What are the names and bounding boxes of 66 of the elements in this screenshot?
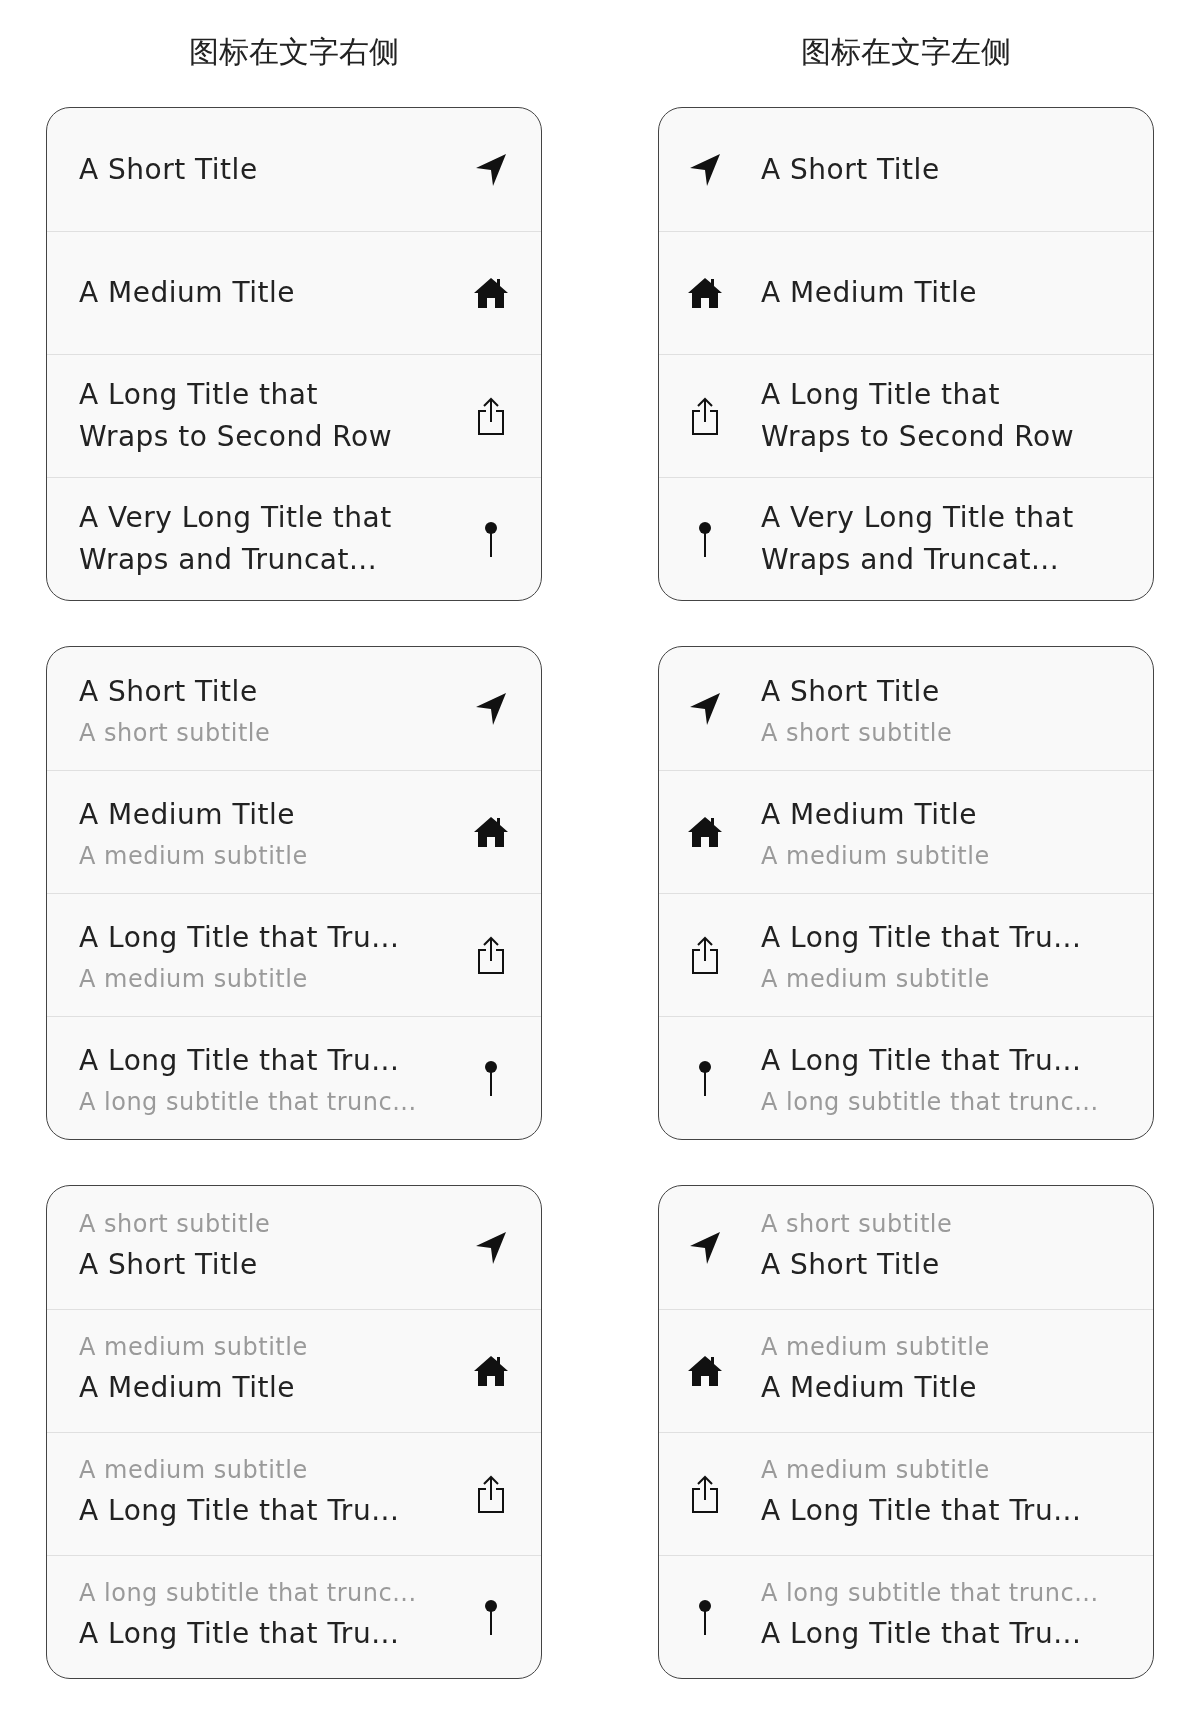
- item-title: A Medium Title: [761, 797, 978, 833]
- list-item[interactable]: A short subtitle A Short Title: [659, 1186, 1153, 1309]
- list-item[interactable]: A Short Title A short subtitle: [47, 647, 541, 770]
- item-title: A Long Title that Tru...: [761, 920, 1083, 956]
- item-subtitle: A long subtitle that trunc...: [79, 1088, 418, 1116]
- item-title: A Long Title that Tru...: [761, 1616, 1083, 1652]
- item-title: A Long Title that Tru...: [79, 920, 401, 956]
- list-item[interactable]: A Very Long Title that Wraps and Truncat...: [47, 477, 541, 600]
- list-item[interactable]: A Medium Title A medium subtitle: [659, 770, 1153, 893]
- item-subtitle: A medium subtitle: [761, 1333, 991, 1361]
- item-subtitle: A long subtitle that trunc...: [761, 1579, 1100, 1607]
- list-item[interactable]: A Medium Title: [659, 231, 1153, 354]
- list-item[interactable]: A long subtitle that trunc... A Long Title that Tru...: [47, 1555, 541, 1678]
- list-item[interactable]: A Long Title that Tru... A long subtitle that trunc...: [659, 1016, 1153, 1139]
- item-subtitle: A medium subtitle: [79, 965, 309, 993]
- list-item[interactable]: A Short Title: [47, 108, 541, 231]
- column-heading: 图标在文字左侧: [800, 33, 1012, 71]
- column-heading: 图标在文字右侧: [188, 33, 400, 71]
- item-title: A Short Title: [79, 1246, 259, 1283]
- item-title: A Medium Title: [79, 1370, 296, 1406]
- item-title: A Long Title that Tru...: [761, 1043, 1083, 1079]
- list-item[interactable]: A medium subtitle A Medium Title: [47, 1309, 541, 1432]
- item-title: A Medium Title: [79, 797, 296, 833]
- item-subtitle: A short subtitle: [761, 718, 954, 747]
- item-subtitle: A medium subtitle: [761, 965, 991, 993]
- list-item[interactable]: A short subtitle A Short Title: [47, 1186, 541, 1309]
- item-title: A Short Title: [79, 673, 259, 710]
- item-title: A Long Title that Wraps to Second Row: [79, 377, 394, 455]
- item-title: A Very Long Title that Wraps and Truncat...: [761, 500, 1075, 578]
- item-subtitle: A medium subtitle: [761, 1456, 991, 1484]
- item-title: A Short Title: [761, 151, 941, 188]
- list-item[interactable]: A long subtitle that trunc... A Long Title that Tru...: [659, 1555, 1153, 1678]
- item-title: A Very Long Title that Wraps and Truncat...: [79, 500, 393, 578]
- list-item[interactable]: A Very Long Title that Wraps and Truncat...: [659, 477, 1153, 600]
- item-title: A Short Title: [761, 1246, 941, 1283]
- item-subtitle: A medium subtitle: [761, 842, 991, 870]
- item-title: A Medium Title: [761, 275, 978, 311]
- item-title: A Short Title: [79, 151, 259, 188]
- item-title: A Long Title that Tru...: [79, 1616, 401, 1652]
- list-item[interactable]: A Long Title that Tru... A long subtitle that trunc...: [47, 1016, 541, 1139]
- item-subtitle: A short subtitle: [79, 1209, 272, 1238]
- list-item[interactable]: A Long Title that Tru... A medium subtitle: [47, 893, 541, 1016]
- item-title: A Long Title that Tru...: [79, 1493, 401, 1529]
- item-title: A Medium Title: [761, 1370, 978, 1406]
- item-subtitle: A short subtitle: [761, 1209, 954, 1238]
- item-subtitle: A medium subtitle: [79, 1333, 309, 1361]
- list-item[interactable]: A medium subtitle A Long Title that Tru...: [659, 1432, 1153, 1555]
- item-subtitle: A long subtitle that trunc...: [761, 1088, 1100, 1116]
- item-title: A Medium Title: [79, 275, 296, 311]
- item-title: A Short Title: [761, 673, 941, 710]
- item-subtitle: A medium subtitle: [79, 842, 309, 870]
- list-item[interactable]: A Long Title that Wraps to Second Row: [47, 354, 541, 477]
- list-item[interactable]: A Short Title: [659, 108, 1153, 231]
- list-item[interactable]: A Medium Title A medium subtitle: [47, 770, 541, 893]
- item-subtitle: A long subtitle that trunc...: [79, 1579, 418, 1607]
- list-item[interactable]: A Medium Title: [47, 231, 541, 354]
- item-title: A Long Title that Tru...: [761, 1493, 1083, 1529]
- list-item[interactable]: A medium subtitle A Long Title that Tru...: [47, 1432, 541, 1555]
- item-subtitle: A short subtitle: [79, 718, 272, 747]
- list-item[interactable]: A Short Title A short subtitle: [659, 647, 1153, 770]
- list-item[interactable]: A Long Title that Tru... A medium subtitle: [659, 893, 1153, 1016]
- item-title: A Long Title that Wraps to Second Row: [761, 377, 1076, 455]
- item-subtitle: A medium subtitle: [79, 1456, 309, 1484]
- list-item[interactable]: A medium subtitle A Medium Title: [659, 1309, 1153, 1432]
- item-title: A Long Title that Tru...: [79, 1043, 401, 1079]
- list-item[interactable]: A Long Title that Wraps to Second Row: [659, 354, 1153, 477]
